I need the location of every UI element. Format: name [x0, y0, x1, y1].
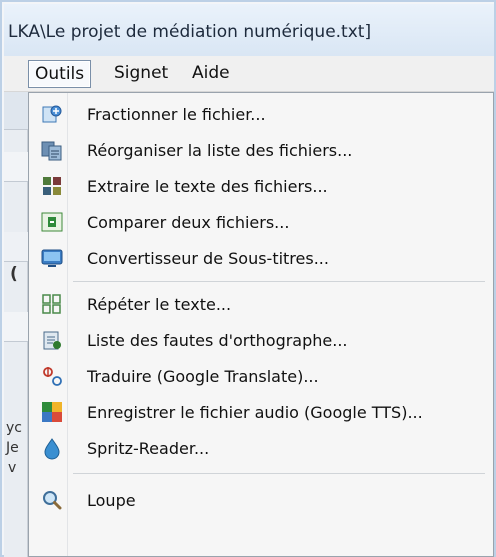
menu-item-label: Convertisseur de Sous-titres...: [87, 248, 329, 268]
extract-text-icon: [39, 173, 65, 199]
menu-item-label: Spritz-Reader...: [87, 438, 210, 458]
menu-item-repeter[interactable]: Répéter le texte...: [29, 287, 491, 321]
background-text: v: [8, 460, 17, 476]
menu-item-fractionner[interactable]: Fractionner le fichier...: [29, 97, 491, 131]
repeat-text-icon: [39, 291, 65, 317]
menu-item-convertisseur[interactable]: Convertisseur de Sous-titres...: [29, 241, 491, 275]
translate-icon: [39, 363, 65, 389]
menu-item-label: Répéter le texte...: [87, 294, 232, 314]
menu-item-comparer[interactable]: Comparer deux fichiers...: [29, 205, 491, 239]
menu-item-label: Traduire (Google Translate)...: [87, 366, 319, 386]
menu-item-label: Réorganiser la liste des fichiers...: [87, 140, 353, 160]
menu-item-label: Fractionner le fichier...: [87, 104, 266, 124]
menu-bar: Outils Signet Aide: [4, 56, 494, 92]
menu-item-label: Extraire le texte des fichiers...: [87, 176, 328, 196]
magnifier-icon: [39, 487, 65, 513]
menu-signet[interactable]: Signet: [108, 60, 174, 88]
editor-background-strip: ( yc Je v: [4, 92, 28, 557]
background-text: yc: [6, 420, 22, 436]
record-audio-icon: [39, 399, 65, 425]
menu-aide[interactable]: Aide: [186, 60, 236, 88]
menu-item-label: Liste des fautes d'orthographe...: [87, 330, 348, 350]
outils-dropdown-menu: Fractionner le fichier... Réorganiser la…: [28, 92, 494, 557]
menu-item-label: Enregistrer le fichier audio (Google TTS…: [87, 402, 423, 422]
menu-separator: [73, 473, 485, 474]
menu-item-spritz[interactable]: Spritz-Reader...: [29, 431, 491, 465]
toolbar-fragment: [4, 152, 28, 182]
spelling-list-icon: [39, 327, 65, 353]
split-file-icon: [39, 101, 65, 127]
menu-item-enregistrer-audio[interactable]: Enregistrer le fichier audio (Google TTS…: [29, 395, 491, 429]
menu-item-loupe[interactable]: Loupe: [29, 483, 491, 517]
toolbar-fragment: [4, 92, 28, 130]
window-title: LKA\Le projet de médiation numérique.txt…: [4, 4, 494, 56]
menu-outils[interactable]: Outils: [28, 60, 92, 88]
menu-item-label: Comparer deux fichiers...: [87, 212, 290, 232]
background-text: Je: [6, 440, 19, 456]
drop-icon: [39, 435, 65, 461]
menu-item-label: Loupe: [87, 490, 136, 510]
menu-item-extraire[interactable]: Extraire le texte des fichiers...: [29, 169, 491, 203]
reorder-files-icon: [39, 137, 65, 163]
window-frame: LKA\Le projet de médiation numérique.txt…: [0, 0, 496, 557]
compare-files-icon: [39, 209, 65, 235]
toolbar-fragment: [4, 232, 28, 262]
toolbar-fragment: [4, 312, 28, 342]
menu-item-reorganiser[interactable]: Réorganiser la liste des fichiers...: [29, 133, 491, 167]
menu-separator: [73, 281, 485, 282]
menu-item-traduire[interactable]: Traduire (Google Translate)...: [29, 359, 491, 393]
background-text: (: [10, 264, 18, 284]
subtitle-converter-icon: [39, 245, 65, 271]
menu-item-fautes[interactable]: Liste des fautes d'orthographe...: [29, 323, 491, 357]
